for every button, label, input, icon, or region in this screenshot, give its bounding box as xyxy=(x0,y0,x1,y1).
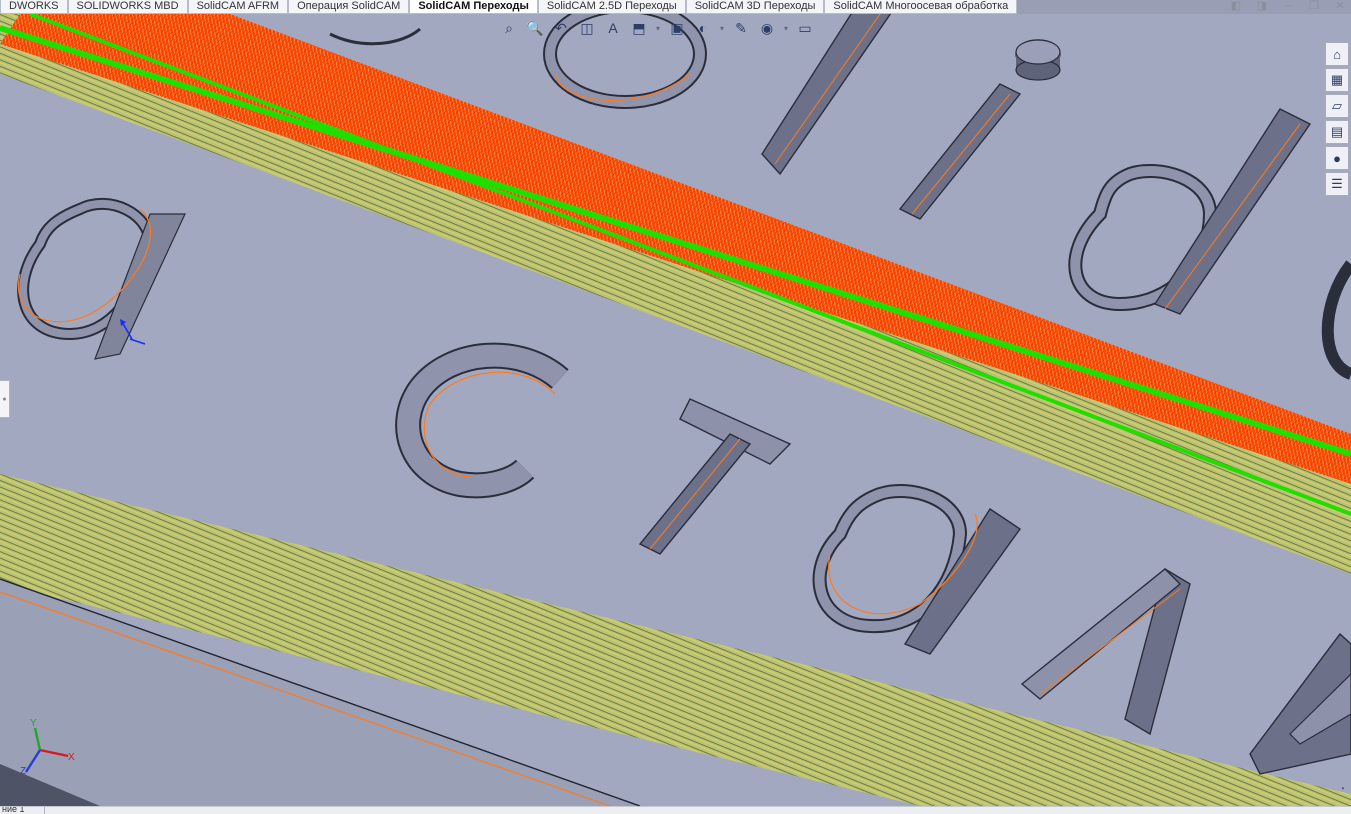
view-orientation-icon[interactable]: ⬒ xyxy=(628,18,650,38)
dropdown-arrow-icon[interactable]: ▾ xyxy=(782,24,790,33)
prev-window-icon[interactable]: ◧ xyxy=(1229,0,1243,13)
next-window-icon[interactable]: ◨ xyxy=(1255,0,1269,13)
zoom-to-fit-icon[interactable]: ⌕ xyxy=(498,18,520,38)
feature-tree-collapse-handle[interactable]: ● xyxy=(0,380,10,418)
section-view-icon[interactable]: ◫ xyxy=(576,18,598,38)
close-icon[interactable]: ✕ xyxy=(1333,0,1347,13)
view-palette-icon[interactable]: ▤ xyxy=(1325,120,1349,144)
graphics-area[interactable] xyxy=(0,14,1351,806)
tab-2[interactable]: SOLIDWORKS MBD xyxy=(67,0,188,14)
parts-library-icon[interactable]: ▦ xyxy=(1325,68,1349,92)
dropdown-arrow-icon[interactable]: ▾ xyxy=(654,24,662,33)
rotate-corner-icon[interactable]: ◔ xyxy=(1339,784,1349,795)
dynamic-annotation-icon[interactable]: A xyxy=(602,18,624,38)
home-icon[interactable]: ⌂ xyxy=(1325,42,1349,66)
dropdown-arrow-icon[interactable]: ▾ xyxy=(718,24,726,33)
window-controls: ◧ ◨ – ❐ ✕ xyxy=(1229,0,1347,13)
tab-7[interactable]: SolidCAM 3D Переходы xyxy=(685,0,825,14)
axis-z-line xyxy=(24,749,42,773)
command-manager-tabs: DWORKS SOLIDWORKS MBD SolidCAM AFRM Операци… xyxy=(0,0,1018,14)
minimize-icon[interactable]: – xyxy=(1281,0,1295,13)
axis-z-label: Z xyxy=(20,766,26,777)
tab-8[interactable]: SolidCAM Многоосевая обработка xyxy=(824,0,1018,14)
appearances-icon[interactable]: ● xyxy=(1325,146,1349,170)
restore-icon[interactable]: ❐ xyxy=(1307,0,1321,13)
tab-1[interactable]: DWORKS xyxy=(0,0,68,14)
zoom-to-area-icon[interactable]: 🔍 xyxy=(524,18,546,38)
axis-triad: X Y Z xyxy=(20,718,75,777)
axis-y-label: Y xyxy=(30,718,37,729)
task-pane-tabs: ⌂ ▦ ▱ ▤ ● ☰ xyxy=(1325,42,1349,196)
heads-up-view-toolbar: ⌕ 🔍 ↶ ◫ A ⬒ ▾ ▣ ◐ ▾ ✎ ◉ ▾ ▭ xyxy=(498,18,816,38)
axis-y-line xyxy=(33,727,42,751)
edit-appearance-icon[interactable]: ✎ xyxy=(730,18,752,38)
display-style-icon[interactable]: ▣ xyxy=(666,18,688,38)
tab-5[interactable]: SolidCAM Переходы xyxy=(409,0,538,14)
tab-3[interactable]: SolidCAM AFRM xyxy=(187,0,289,14)
tab-6[interactable]: SolidCAM 2.5D Переходы xyxy=(537,0,686,14)
axis-x-line xyxy=(39,748,69,758)
tab-4[interactable]: Операция SolidCAM xyxy=(288,0,410,14)
previous-view-icon[interactable]: ↶ xyxy=(550,18,572,38)
view-settings-icon[interactable]: ▭ xyxy=(794,18,816,38)
axis-x-label: X xyxy=(68,752,75,763)
file-explorer-icon[interactable]: ▱ xyxy=(1325,94,1349,118)
hide-show-items-icon[interactable]: ◐ xyxy=(692,18,714,38)
custom-properties-icon[interactable]: ☰ xyxy=(1325,172,1349,196)
model-view xyxy=(0,14,1351,806)
apply-scene-icon[interactable]: ◉ xyxy=(756,18,778,38)
